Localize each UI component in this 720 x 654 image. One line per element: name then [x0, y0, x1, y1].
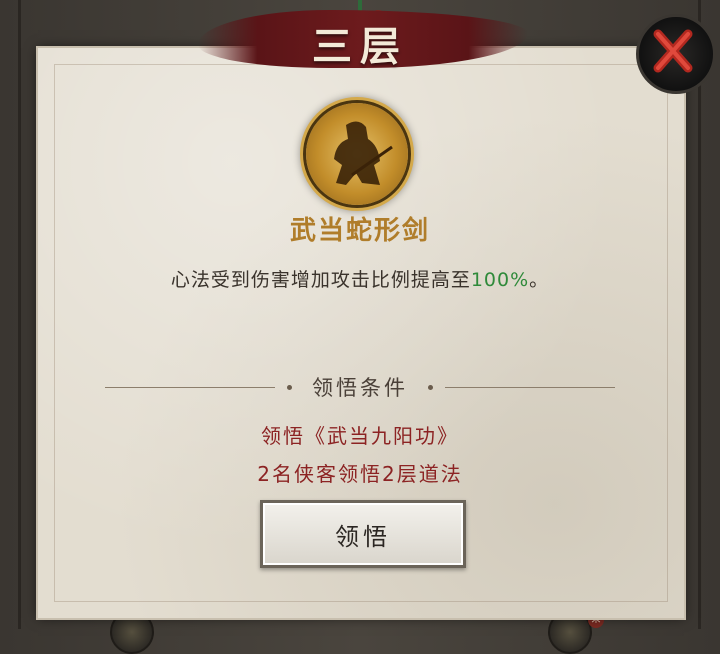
comprehend-button-label: 领悟	[335, 522, 391, 551]
comprehend-button[interactable]: 领悟	[260, 500, 466, 568]
background-rail-right	[698, 0, 701, 629]
divider-right	[445, 386, 615, 388]
description-value: 100%	[470, 269, 530, 291]
panel-title: 三层	[312, 23, 408, 70]
requirement-item: 领悟《武当九阳功》	[261, 424, 459, 448]
swordsman-emblem-icon	[306, 103, 408, 205]
requirement-item: 2名侠客领悟2层道法	[257, 462, 463, 486]
description-text: 心法受到伤害增加攻击比例提高至	[170, 269, 471, 291]
requirements-header: 领悟条件	[105, 372, 615, 402]
close-x-icon	[653, 29, 693, 73]
skill-name: 武当蛇形剑	[289, 216, 430, 246]
close-button[interactable]	[636, 14, 716, 94]
skill-description: 心法受到伤害增加攻击比例提高至100%。	[0, 265, 720, 292]
divider-dot-left	[287, 384, 292, 390]
background-rail-left	[18, 0, 21, 629]
divider-dot-right	[428, 384, 433, 390]
requirements-title: 领悟条件	[312, 376, 408, 400]
divider-left	[105, 386, 275, 388]
description-suffix: 。	[529, 269, 550, 291]
